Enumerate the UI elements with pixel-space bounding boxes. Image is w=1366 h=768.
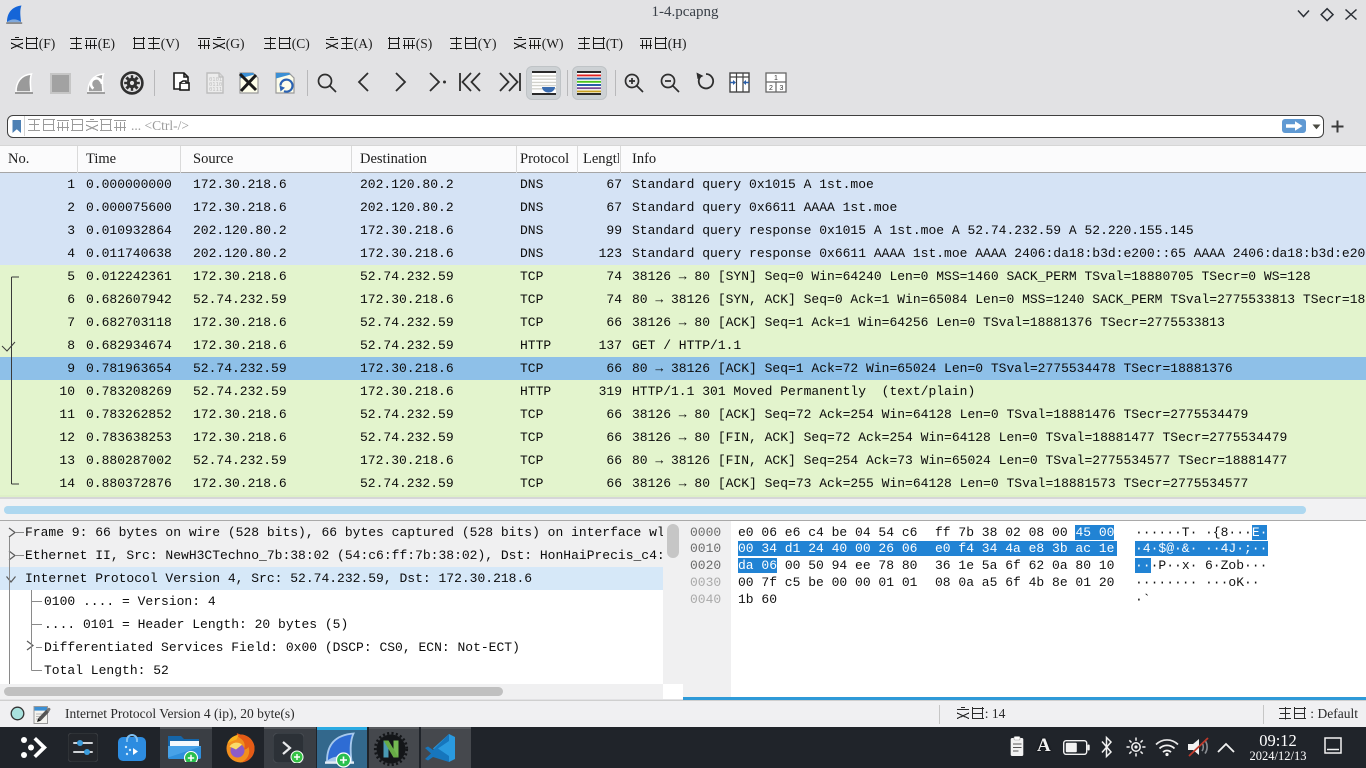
- svg-text:3: 3: [780, 85, 784, 92]
- svg-text:0111: 0111: [209, 87, 222, 93]
- svg-text:1: 1: [774, 75, 778, 82]
- svg-text:2: 2: [769, 85, 773, 92]
